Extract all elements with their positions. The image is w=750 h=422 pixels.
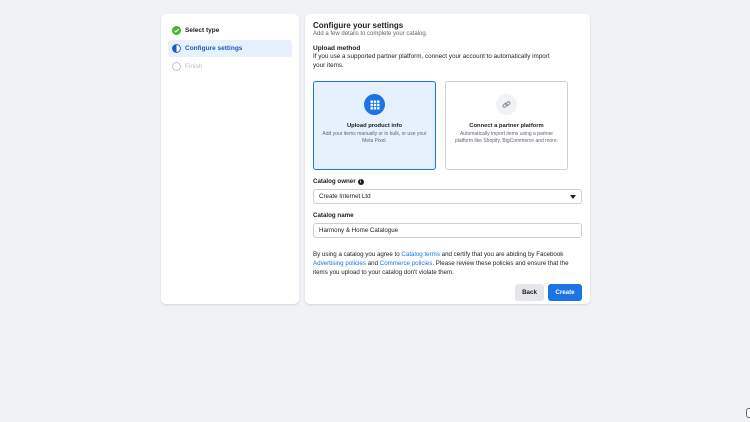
edge-tab-icon[interactable] xyxy=(746,408,750,418)
step-label: Configure settings xyxy=(185,45,243,52)
option-description: Add your items manually or in bulk, or u… xyxy=(322,131,427,145)
commerce-policies-link[interactable]: Commerce policies xyxy=(380,260,433,267)
connect-partner-platform-option[interactable]: Connect a partner platform Automatically… xyxy=(445,81,568,170)
caret-down-icon xyxy=(570,194,576,199)
option-title: Connect a partner platform xyxy=(469,123,544,129)
catalog-name-label: Catalog name xyxy=(313,212,354,219)
upload-method-options: Upload product info Add your items manua… xyxy=(313,81,583,171)
terms-text-part: By using a catalog you agree to xyxy=(313,251,402,258)
option-description: Automatically import items using a partn… xyxy=(454,131,558,145)
upload-method-description: If you use a supported partner platform,… xyxy=(313,53,550,69)
info-icon[interactable]: i xyxy=(357,178,364,185)
step-finish: Finish xyxy=(168,58,292,75)
terms-text: By using a catalog you agree to Catalog … xyxy=(313,250,583,277)
steps-sidebar: Select type Configure settings Finish xyxy=(161,14,299,304)
catalog-owner-select[interactable]: Create Internet Ltd xyxy=(313,189,582,204)
option-title: Upload product info xyxy=(346,123,403,129)
check-circle-icon xyxy=(172,26,181,35)
step-label: Select type xyxy=(185,27,220,34)
catalog-terms-link[interactable]: Catalog terms xyxy=(401,251,440,258)
catalog-owner-label: Catalog owner i xyxy=(313,178,364,185)
catalog-name-input[interactable]: Harmony & Home Catalogue xyxy=(313,223,582,238)
terms-text-part: and xyxy=(365,260,380,267)
catalog-owner-value: Create Internet Ltd xyxy=(319,193,371,200)
advertising-policies-link[interactable]: Advertising policies xyxy=(313,260,366,267)
page-title: Configure your settings xyxy=(313,21,404,30)
page-subtitle: Add a few details to complete your catal… xyxy=(313,31,428,37)
link-icon xyxy=(496,94,517,115)
settings-panel: Configure your settings Add a few detail… xyxy=(305,14,590,304)
upload-product-info-option[interactable]: Upload product info Add your items manua… xyxy=(313,81,436,170)
catalog-name-value: Harmony & Home Catalogue xyxy=(319,227,399,234)
step-label: Finish xyxy=(185,63,203,70)
grid-icon xyxy=(364,94,385,115)
back-button[interactable]: Back xyxy=(515,284,544,301)
upload-method-title: Upload method xyxy=(313,45,361,52)
catalog-owner-label-text: Catalog owner xyxy=(313,178,356,185)
step-configure-settings[interactable]: Configure settings xyxy=(168,40,292,57)
half-circle-icon xyxy=(172,44,181,53)
empty-circle-icon xyxy=(172,62,181,71)
terms-text-part: and certify that you are abiding by Face… xyxy=(439,251,564,258)
create-button[interactable]: Create xyxy=(548,284,582,301)
step-select-type[interactable]: Select type xyxy=(168,22,292,39)
